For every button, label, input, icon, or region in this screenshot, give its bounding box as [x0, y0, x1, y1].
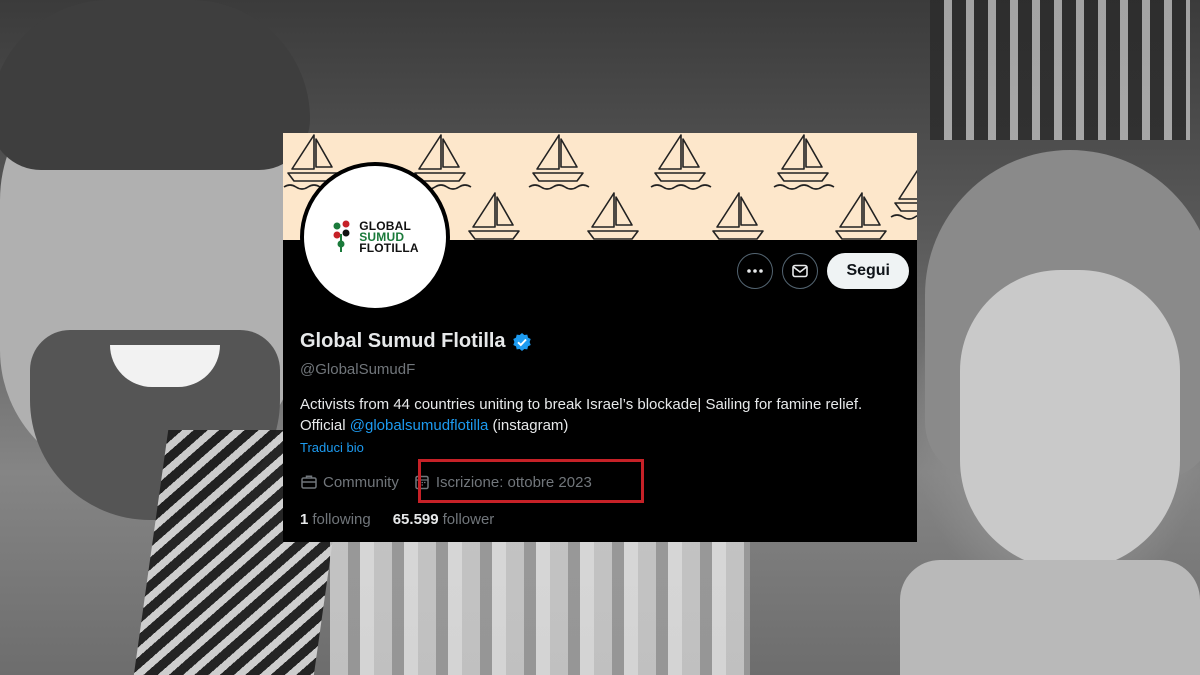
- translate-bio-link[interactable]: Traduci bio: [300, 440, 364, 455]
- briefcase-icon: [301, 475, 317, 489]
- more-horizontal-icon: [747, 269, 764, 273]
- logo-line-3: FLOTILLA: [359, 240, 419, 255]
- followers-stat[interactable]: 65.599 follower: [393, 511, 495, 528]
- profile-bio: Activists from 44 countries uniting to b…: [300, 394, 900, 436]
- name-row: Global Sumud Flotilla: [300, 330, 532, 353]
- logo-mark-icon: [331, 220, 353, 254]
- bio-mention-link[interactable]: @globalsumudflotilla: [350, 417, 489, 434]
- envelope-icon: [792, 264, 809, 278]
- following-label: following: [312, 511, 371, 528]
- person-right-shoulder: [900, 560, 1200, 675]
- person-right: [960, 270, 1180, 570]
- profile-stats: 1 following 65.599 follower: [300, 511, 494, 528]
- user-handle: @GlobalSumudF: [300, 361, 416, 378]
- follow-button[interactable]: Segui: [827, 253, 909, 289]
- profile-avatar[interactable]: GLOBAL SUMUD FLOTILLA: [300, 162, 450, 312]
- joined-date-highlight-box: [418, 459, 644, 503]
- followers-count: 65.599: [392, 511, 439, 528]
- profile-card: GLOBAL SUMUD FLOTILLA Segui Global Sumud…: [283, 133, 917, 542]
- category-item: Community: [300, 473, 399, 491]
- followers-label: follower: [442, 511, 495, 528]
- scarf: [330, 540, 750, 675]
- message-button[interactable]: [782, 253, 819, 289]
- profile-actions: Segui: [737, 253, 909, 289]
- background-fabric: [930, 0, 1190, 140]
- following-stat[interactable]: 1 following: [300, 511, 371, 528]
- verified-badge-icon[interactable]: [512, 332, 532, 352]
- person-left-hair: [0, 0, 310, 170]
- bio-suffix: (instagram): [488, 417, 569, 434]
- display-name: Global Sumud Flotilla: [300, 330, 506, 352]
- following-count: 1: [300, 511, 309, 528]
- logo-wordmark: GLOBAL SUMUD FLOTILLA: [359, 220, 419, 255]
- category-label: Community: [323, 473, 399, 491]
- more-options-button[interactable]: [737, 253, 774, 289]
- flotilla-logo: GLOBAL SUMUD FLOTILLA: [331, 220, 419, 254]
